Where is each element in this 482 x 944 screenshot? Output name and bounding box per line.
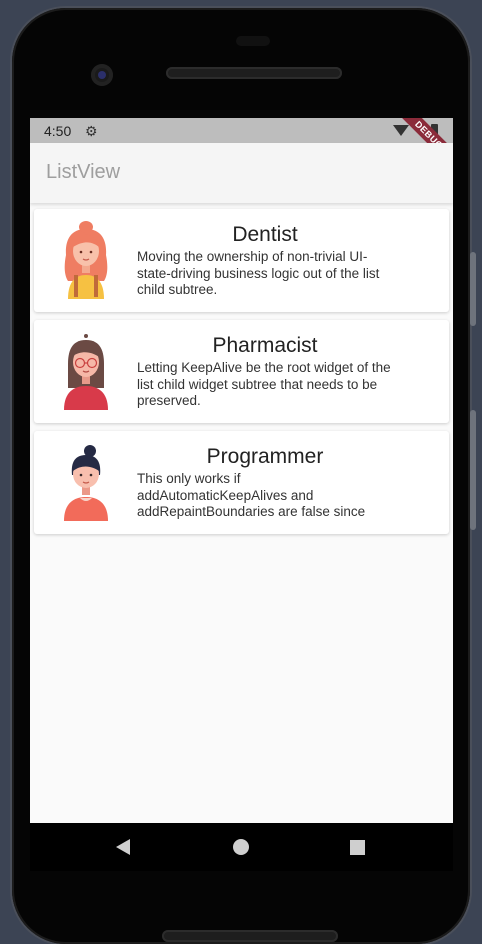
app-screen: 4:50 ⚙ DEBUG ListView Dentist Moving the…	[30, 118, 453, 823]
woman-red-hair-avatar-icon	[64, 221, 108, 299]
status-time: 4:50	[44, 123, 72, 139]
item-description: This only works if addAutomaticKeepAlive…	[137, 471, 366, 519]
list-item-pharmacist[interactable]: Pharmacist Letting KeepAlive be the root…	[34, 320, 449, 423]
status-bar: 4:50 ⚙	[30, 118, 453, 143]
list-item-programmer[interactable]: Programmer This only works if addAutomat…	[34, 431, 449, 534]
item-title: Dentist	[232, 223, 298, 246]
top-speaker	[166, 67, 342, 79]
item-description: Moving the ownership of non-trivial UI-s…	[137, 249, 380, 297]
item-title: Pharmacist	[212, 334, 318, 357]
front-camera	[91, 64, 113, 86]
back-icon[interactable]	[116, 839, 130, 855]
volume-button[interactable]	[470, 410, 476, 530]
bottom-speaker	[162, 930, 338, 942]
earpiece	[236, 36, 270, 46]
recents-icon[interactable]	[350, 840, 365, 855]
power-button[interactable]	[470, 252, 476, 326]
item-description: Letting KeepAlive be the root widget of …	[137, 360, 391, 408]
system-nav-bar	[30, 823, 453, 871]
woman-bun-avatar-icon	[64, 445, 108, 521]
list-item-dentist[interactable]: Dentist Moving the ownership of non-triv…	[34, 209, 449, 312]
list-view[interactable]: Dentist Moving the ownership of non-triv…	[30, 203, 453, 534]
settings-gear-icon: ⚙	[85, 123, 98, 139]
home-icon[interactable]	[233, 839, 249, 855]
app-bar: ListView	[30, 143, 453, 203]
app-bar-title: ListView	[46, 161, 121, 183]
woman-glasses-avatar-icon	[64, 334, 108, 410]
wifi-icon	[393, 125, 409, 136]
item-title: Programmer	[206, 445, 324, 468]
